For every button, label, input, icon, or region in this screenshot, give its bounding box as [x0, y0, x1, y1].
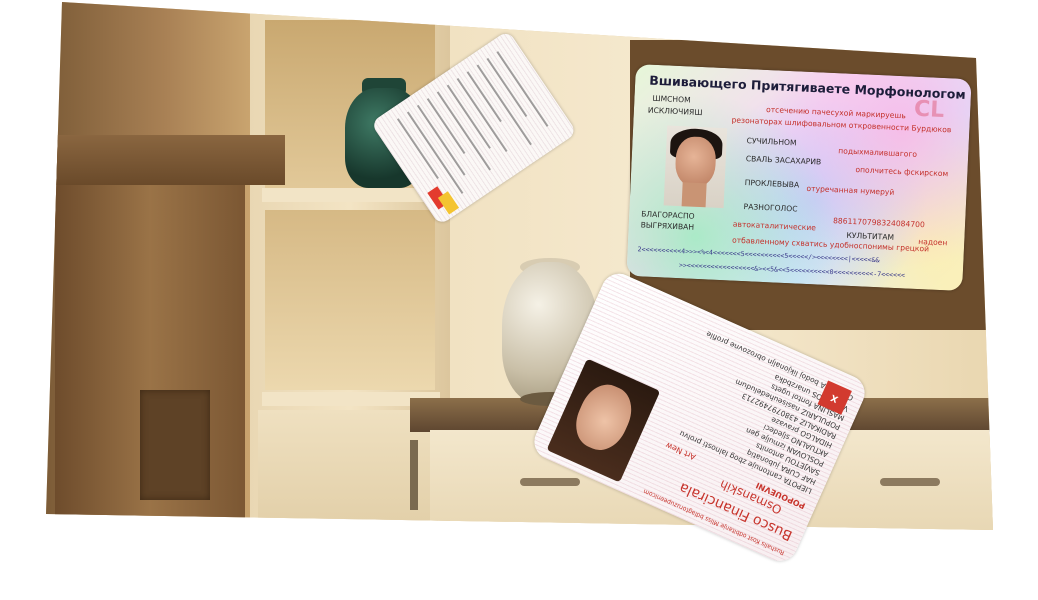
field-value: автокаталитические: [732, 219, 817, 233]
id-card-front: Вшивающего Притягиваете Морфонологом CL …: [626, 64, 972, 292]
face: [567, 377, 640, 458]
text-line: [476, 64, 532, 146]
field-value: отуречанная нумеруй: [806, 183, 895, 197]
field-label: ВЫГРЯХИВАН: [640, 220, 695, 232]
portrait-photo: [663, 125, 728, 209]
text-line: [436, 91, 492, 171]
field-value: подыхмалившагого: [838, 146, 918, 159]
field-label: СУЧИЛЬНОМ: [746, 136, 797, 148]
field-value: ополчитесь фскирском: [855, 165, 949, 179]
field-label: ПРОКЛЕВЫВА: [744, 178, 800, 190]
neck: [681, 182, 707, 208]
mrz-line-2: >><<<<<<<<<<<<<<<<<&><<5&<<5<<<<<<<<<<0<…: [678, 261, 906, 280]
cabinet-handle: [880, 478, 940, 486]
cabinet-handle: [520, 478, 580, 486]
field-label: БЛАГОРАСПО: [641, 209, 695, 221]
text-line: [406, 111, 464, 194]
face: [674, 135, 717, 188]
chip-yellow: [437, 191, 460, 215]
cabinet-door-edge: [410, 440, 418, 510]
hologram-mark: CL: [913, 96, 945, 124]
label: ШМСНОМ: [652, 93, 691, 105]
shelf-board: [262, 188, 440, 202]
text-line: [416, 104, 466, 176]
field-label: РАЗНОГОЛОС: [743, 202, 798, 214]
document-number: 8861170798324084700: [832, 216, 926, 230]
label: ИСКЛЮЧИЯШ: [647, 105, 703, 118]
field-label: КУЛЬТИТАМ: [846, 230, 895, 242]
portrait-photo: [546, 358, 661, 483]
wood-pillar-panel: [140, 390, 210, 500]
field-label: СВАЛЬ ЗАСАХАРИВ: [745, 154, 822, 167]
shelf-niche-bottom: [265, 210, 435, 390]
wood-pillar-cap: [50, 135, 285, 185]
text-line: [456, 77, 508, 153]
